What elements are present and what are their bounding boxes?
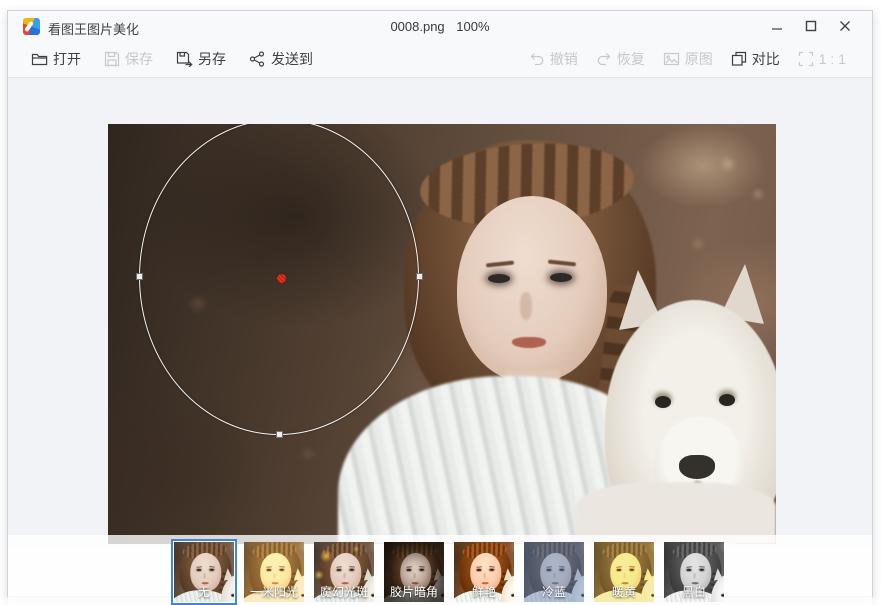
original-image-button[interactable]: 原图 xyxy=(663,49,713,69)
document-title: 0008.png 100% xyxy=(8,19,872,34)
filter-thumb-magic-bokeh[interactable]: 魔幻光斑 xyxy=(314,542,374,602)
close-icon[interactable] xyxy=(828,11,862,41)
top-toolbar: 打开 保存 另存 发送到 撤销 恢复 原图 对比 1: 1 xyxy=(8,41,872,78)
selection-handle-right[interactable] xyxy=(416,273,423,280)
undo-icon xyxy=(529,51,545,67)
filter-thumb-sunshine[interactable]: 一米阳光 xyxy=(244,542,304,602)
folder-open-icon xyxy=(31,51,48,67)
save-as-button[interactable]: 另存 xyxy=(176,49,226,69)
open-button[interactable]: 打开 xyxy=(31,49,81,69)
file-name: 0008.png xyxy=(390,19,445,34)
title-bar: 看图王图片美化 0008.png 100% xyxy=(8,11,872,41)
selection-handle-left[interactable] xyxy=(136,273,143,280)
minimize-icon[interactable] xyxy=(760,11,794,41)
send-to-icon xyxy=(249,51,266,67)
save-as-icon xyxy=(176,51,193,67)
undo-button[interactable]: 撤销 xyxy=(529,49,578,69)
photo-canvas[interactable] xyxy=(108,124,776,544)
one-to-one-icon xyxy=(798,51,814,67)
save-button[interactable]: 保存 xyxy=(104,49,153,69)
selection-center-marker[interactable] xyxy=(277,274,286,283)
filter-thumb-warm-yellow[interactable]: 暖黄 xyxy=(594,542,654,602)
main-area: 无 一米阳光 魔幻光斑 胶片暗角 鲜艳 冷蓝 暖黄 黑白 xyxy=(8,78,872,605)
filter-strip: 无 一米阳光 魔幻光斑 胶片暗角 鲜艳 冷蓝 暖黄 黑白 xyxy=(8,535,872,605)
filter-thumb-cool-blue[interactable]: 冷蓝 xyxy=(524,542,584,602)
actual-size-button[interactable]: 1 : 1 xyxy=(798,49,846,69)
selection-handle-bottom[interactable] xyxy=(276,431,283,438)
filter-thumb-none[interactable]: 无 xyxy=(174,542,234,602)
redo-button[interactable]: 恢复 xyxy=(596,49,645,69)
app-window: 看图王图片美化 0008.png 100% 打开 保存 另存 发送到 撤销 恢复… xyxy=(0,0,882,605)
compare-button[interactable]: 对比 xyxy=(731,49,780,69)
filter-thumb-vivid[interactable]: 鲜艳 xyxy=(454,542,514,602)
filter-thumb-black-white[interactable]: 黑白 xyxy=(664,542,724,602)
redo-icon xyxy=(596,51,612,67)
filter-thumb-film-vignette[interactable]: 胶片暗角 xyxy=(384,542,444,602)
zoom-level: 100% xyxy=(456,19,490,34)
save-icon xyxy=(104,51,120,67)
original-image-icon xyxy=(663,51,680,67)
send-to-button[interactable]: 发送到 xyxy=(249,49,313,69)
maximize-icon[interactable] xyxy=(794,11,828,41)
compare-icon xyxy=(731,51,747,67)
